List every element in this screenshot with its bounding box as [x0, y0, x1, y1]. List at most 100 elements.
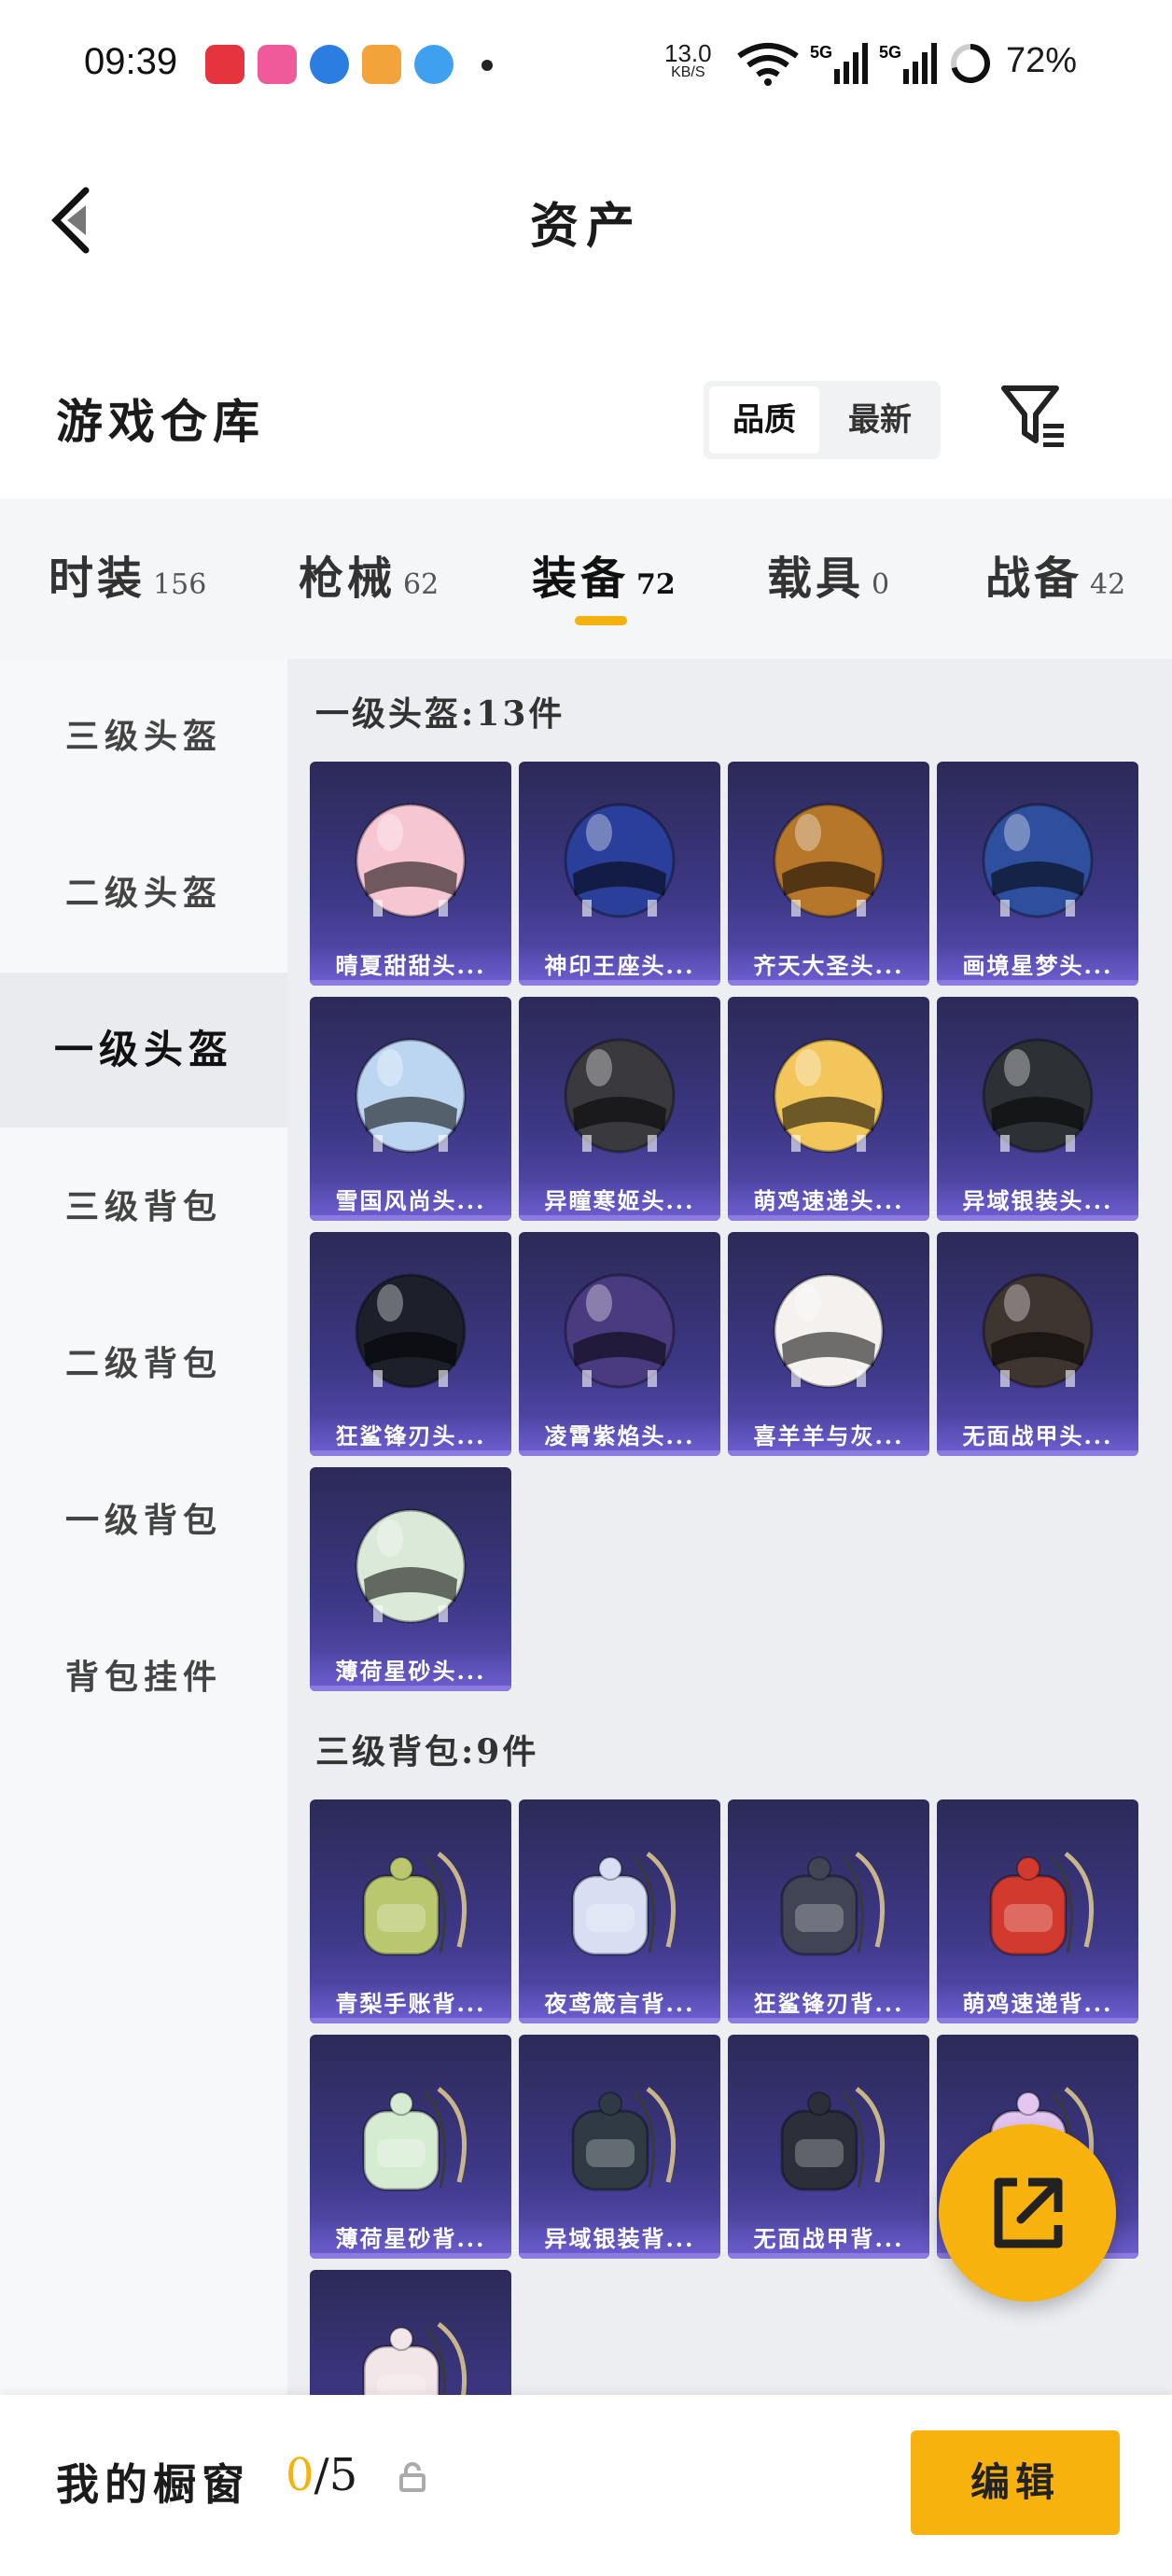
card-label: 无面战甲背... — [753, 2225, 904, 2252]
helmet-icon — [564, 803, 676, 918]
tab-equipment[interactable]: 装备 72 — [532, 541, 676, 607]
net-speed-unit: KB/S — [671, 64, 705, 80]
app-notification-icon — [258, 45, 297, 84]
sort-quality-button[interactable]: 品质 — [709, 386, 819, 454]
battery-icon — [951, 44, 991, 83]
card-label: 雪国风尚头... — [335, 1187, 486, 1214]
helmet-icon — [773, 1038, 885, 1154]
card-rarity-stripe — [310, 1450, 511, 1456]
signal-label: 5G — [879, 43, 901, 62]
card-rarity-stripe — [519, 980, 720, 986]
tab-count: 156 — [153, 568, 207, 601]
backpack-card[interactable]: 狂鲨锋刃背... — [728, 1799, 929, 2023]
app-notification-icon — [310, 45, 349, 84]
card-rarity-stripe — [728, 2018, 929, 2023]
showcase-label: 我的橱窗 — [56, 2459, 250, 2510]
backpack-card[interactable]: 异域银装背... — [519, 2035, 720, 2259]
helmet-card[interactable]: 画境星梦头... — [937, 762, 1138, 986]
backpack-icon — [571, 1852, 677, 1956]
more-notifications-dot-icon — [481, 60, 493, 71]
sidebar: 三级头盔 二级头盔 一级头盔 三级背包 二级背包 一级背包 背包挂件 — [0, 659, 287, 2395]
helmet-icon — [564, 1273, 676, 1389]
backpack-icon — [780, 2087, 886, 2191]
backpack-card[interactable]: 无面战甲背... — [728, 2035, 929, 2259]
card-rarity-stripe — [728, 1450, 929, 1456]
tab-label: 装备 — [532, 553, 630, 605]
edit-button[interactable]: 编辑 — [911, 2430, 1120, 2535]
card-rarity-stripe — [519, 1215, 720, 1221]
card-label: 喜羊羊与灰... — [753, 1422, 904, 1449]
card-label: 神印王座头... — [544, 952, 695, 979]
card-label: 狂鲨锋刃头... — [335, 1422, 486, 1449]
tab-label: 载具 — [767, 553, 865, 605]
card-rarity-stripe — [937, 1450, 1138, 1456]
card-label: 夜鸢箴言背... — [544, 1990, 695, 2017]
sidebar-item-level3-helmet[interactable]: 三级头盔 — [0, 659, 287, 814]
tab-fashion[interactable]: 时装 156 — [49, 541, 206, 607]
battery-percent: 72% — [1006, 41, 1078, 80]
backpack-card[interactable]: 青梨手账背... — [310, 1799, 511, 2023]
app-notification-icon — [205, 45, 244, 84]
share-button[interactable] — [939, 2124, 1116, 2302]
sidebar-item-backpack-charm[interactable]: 背包挂件 — [0, 1600, 287, 1755]
card-label: 晴夏甜甜头... — [335, 952, 486, 979]
helmet-card[interactable]: 凌霄紫焰头... — [519, 1232, 720, 1456]
sort-toggle: 品质 最新 — [704, 381, 941, 459]
tab-label: 枪械 — [299, 553, 397, 605]
page-title: 资产 — [529, 198, 642, 255]
helmet-icon — [355, 1273, 467, 1389]
card-label: 薄荷星砂头... — [335, 1658, 486, 1685]
helmet-card[interactable]: 萌鸡速递头... — [728, 997, 929, 1221]
card-rarity-stripe — [519, 1450, 720, 1456]
helmet-card[interactable]: 雪国风尚头... — [310, 997, 511, 1221]
net-speed-value: 13.0 — [664, 39, 712, 67]
signal-icon: 5G — [879, 41, 937, 90]
sidebar-item-level1-helmet[interactable]: 一级头盔 — [0, 973, 287, 1127]
card-label: 凌霄紫焰头... — [544, 1422, 695, 1449]
helmet-card[interactable]: 无面战甲头... — [937, 1232, 1138, 1456]
card-rarity-stripe — [937, 980, 1138, 986]
sidebar-item-level2-backpack[interactable]: 二级背包 — [0, 1286, 287, 1441]
card-label: 狂鲨锋刃背... — [753, 1990, 904, 2017]
card-label: 画境星梦头... — [962, 952, 1113, 979]
helmet-card[interactable]: 异瞳寒姬头... — [519, 997, 720, 1221]
card-rarity-stripe — [310, 980, 511, 986]
helmet-card[interactable]: 狂鲨锋刃头... — [310, 1232, 511, 1456]
backpack-card[interactable] — [310, 2270, 511, 2395]
helmet-card[interactable]: 喜羊羊与灰... — [728, 1232, 929, 1456]
helmet-card[interactable]: 齐天大圣头... — [728, 762, 929, 986]
backpack-card[interactable]: 薄荷星砂背... — [310, 2035, 511, 2259]
network-speed: 13.0 KB/S — [664, 41, 712, 80]
backpack-icon — [780, 1852, 886, 1956]
card-label: 青梨手账背... — [335, 1990, 486, 2017]
card-rarity-stripe — [937, 2018, 1138, 2023]
sidebar-item-level3-backpack[interactable]: 三级背包 — [0, 1129, 287, 1284]
tab-firearms[interactable]: 枪械 62 — [299, 541, 439, 607]
notification-icons — [205, 45, 453, 84]
helmet-icon — [773, 1273, 885, 1389]
helmet-card[interactable]: 薄荷星砂头... — [310, 1467, 511, 1691]
tab-count: 42 — [1090, 568, 1126, 601]
section-title-backpacks: 三级背包:9件 — [315, 1732, 539, 1771]
sidebar-item-level2-helmet[interactable]: 二级头盔 — [0, 816, 287, 971]
section-title-helmets: 一级头盔:13件 — [315, 694, 565, 734]
card-label: 齐天大圣头... — [753, 952, 904, 979]
helmet-card[interactable]: 晴夏甜甜头... — [310, 762, 511, 986]
backpack-card[interactable]: 夜鸢箴言背... — [519, 1799, 720, 2023]
filter-icon[interactable] — [1000, 383, 1067, 450]
share-icon — [994, 2177, 1063, 2248]
card-rarity-stripe — [728, 2253, 929, 2259]
helmet-icon — [982, 1273, 1094, 1389]
helmet-card[interactable]: 异域银装头... — [937, 997, 1138, 1221]
tab-combat-gear[interactable]: 战备 42 — [985, 541, 1125, 607]
backpack-card[interactable]: 萌鸡速递背... — [937, 1799, 1138, 2023]
tab-count: 62 — [403, 568, 440, 601]
sidebar-item-level1-backpack[interactable]: 一级背包 — [0, 1443, 287, 1598]
sort-newest-button[interactable]: 最新 — [825, 386, 935, 454]
card-label: 异域银装头... — [962, 1187, 1113, 1214]
backpack-icon — [362, 2322, 467, 2395]
helmet-card[interactable]: 神印王座头... — [519, 762, 720, 986]
tab-vehicles[interactable]: 载具 0 — [767, 541, 889, 607]
card-rarity-stripe — [519, 2018, 720, 2023]
active-tab-indicator — [575, 616, 627, 625]
